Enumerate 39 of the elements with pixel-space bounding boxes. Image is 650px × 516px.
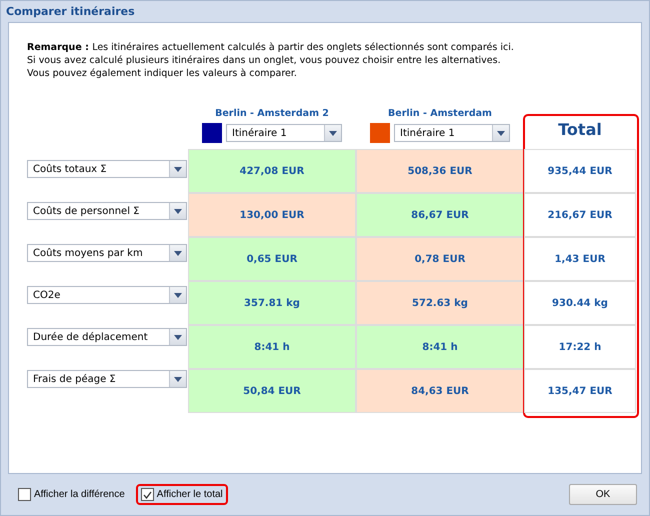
metric-dropdown[interactable]: Coûts moyens par km xyxy=(27,244,187,262)
checkbox-option[interactable]: Afficher le total xyxy=(136,484,228,505)
metric-dropdown[interactable]: CO2e xyxy=(27,286,187,304)
caret-icon xyxy=(497,130,505,136)
route-name: Berlin - Amsterdam xyxy=(388,108,492,119)
checkbox[interactable] xyxy=(140,488,154,501)
alternative-dropdown[interactable]: Itinéraire 1 xyxy=(394,124,510,142)
alternative-dropdown[interactable]: Itinéraire 1 xyxy=(226,124,342,142)
ok-button[interactable]: OK xyxy=(569,484,637,505)
value-cell: 84,63 EUR xyxy=(357,370,523,412)
value-cell: 0,65 EUR xyxy=(189,238,355,280)
note-text: Remarque : Les itinéraires actuellement calculés à partir des onglets sélectionnés sont comparés ici. Si vous avez calculé plusieurs itinéraires dans un onglet, vous pouvez choisir entre les alternatives. Vous pouvez également indiquer les valeurs à comparer. xyxy=(27,41,515,80)
value-cell: 508,36 EUR xyxy=(357,150,523,192)
caret-icon xyxy=(174,292,182,298)
value-cell: 357.81 kg xyxy=(189,282,355,324)
value-cell: 572.63 kg xyxy=(357,282,523,324)
window-title: Comparer itinéraires xyxy=(5,4,136,20)
caret-icon xyxy=(174,208,182,214)
checkbox-option[interactable]: Afficher la différence xyxy=(13,484,130,505)
value-cell: 8:41 h xyxy=(189,326,355,368)
caret-icon xyxy=(174,334,182,340)
caret-icon xyxy=(174,166,182,172)
metric-dropdown[interactable]: Durée de déplacement xyxy=(27,328,187,346)
metric-dropdown[interactable]: Coûts totaux Σ xyxy=(27,160,187,178)
value-cell: 50,84 EUR xyxy=(189,370,355,412)
checkmark-icon xyxy=(142,490,152,498)
value-cell: 427,08 EUR xyxy=(189,150,355,192)
value-cell: 130,00 EUR xyxy=(189,194,355,236)
caret-icon xyxy=(174,376,182,382)
total-heading: Total xyxy=(557,120,603,139)
checkbox[interactable] xyxy=(18,488,31,501)
value-cell: 8:41 h xyxy=(357,326,523,368)
value-cell: 0,78 EUR xyxy=(357,238,523,280)
caret-icon xyxy=(174,250,182,256)
metric-dropdown[interactable]: Coûts de personnel Σ xyxy=(27,202,187,220)
caret-icon xyxy=(329,130,337,136)
route-name: Berlin - Amsterdam 2 xyxy=(215,108,329,119)
metric-dropdown[interactable]: Frais de péage Σ xyxy=(27,370,187,388)
value-cell: 86,67 EUR xyxy=(357,194,523,236)
